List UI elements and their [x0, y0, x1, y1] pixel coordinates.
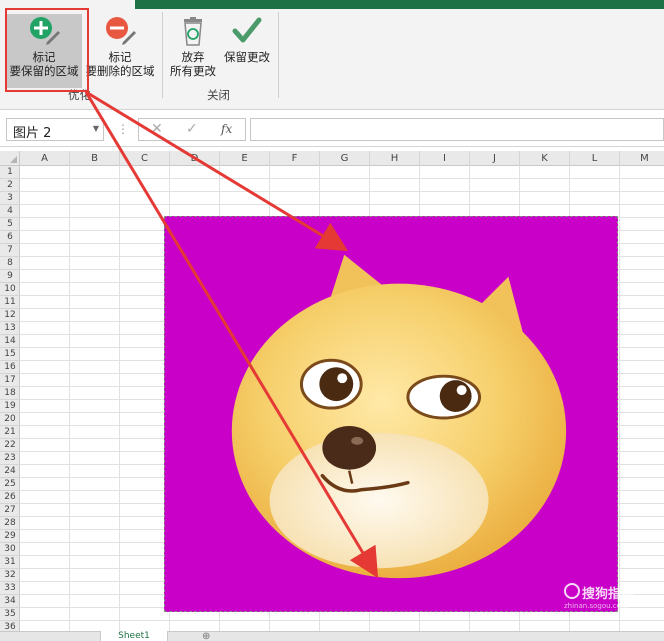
row-header-7[interactable]: 7 — [0, 244, 20, 257]
row-header-17[interactable]: 17 — [0, 374, 20, 387]
row-header-9[interactable]: 9 — [0, 270, 20, 283]
group-separator — [162, 12, 163, 98]
sheet-tab-bar: Sheet1 ⊕ — [0, 631, 664, 641]
enter-check-icon[interactable]: ✓ — [186, 121, 198, 137]
row-header-20[interactable]: 20 — [0, 413, 20, 426]
cancel-icon[interactable]: ✕ — [151, 121, 163, 137]
row-header-35[interactable]: 35 — [0, 608, 20, 621]
column-headers: ABCDEFGHIJKLM — [20, 151, 664, 166]
recycle-bin-icon — [184, 17, 202, 46]
sogou-logo-icon — [564, 583, 580, 599]
annotation-highlight-box — [5, 8, 89, 92]
group-label-close: 关闭 — [207, 88, 230, 102]
row-header-34[interactable]: 34 — [0, 595, 20, 608]
row-header-2[interactable]: 2 — [0, 179, 20, 192]
column-header-h[interactable]: H — [370, 151, 420, 166]
row-header-15[interactable]: 15 — [0, 348, 20, 361]
row-header-28[interactable]: 28 — [0, 517, 20, 530]
row-header-16[interactable]: 16 — [0, 361, 20, 374]
row-header-4[interactable]: 4 — [0, 205, 20, 218]
row-header-19[interactable]: 19 — [0, 400, 20, 413]
name-box-value: 图片 2 — [13, 126, 52, 141]
row-header-13[interactable]: 13 — [0, 322, 20, 335]
row-header-32[interactable]: 32 — [0, 569, 20, 582]
column-header-f[interactable]: F — [270, 151, 320, 166]
column-header-m[interactable]: M — [620, 151, 664, 166]
add-sheet-icon[interactable]: ⊕ — [202, 632, 210, 641]
insert-function-icon[interactable]: fx — [221, 122, 232, 136]
ribbon: 标记 要保留的区域 标记 要删除的区域 放弃 所有更改 保留更改 优化 关闭 — [0, 0, 664, 110]
column-header-d[interactable]: D — [170, 151, 220, 166]
column-header-l[interactable]: L — [570, 151, 620, 166]
watermark-text: 搜狗指南 — [582, 587, 635, 602]
row-header-30[interactable]: 30 — [0, 543, 20, 556]
row-header-3[interactable]: 3 — [0, 192, 20, 205]
row-header-21[interactable]: 21 — [0, 426, 20, 439]
row-header-8[interactable]: 8 — [0, 257, 20, 270]
formula-buttons: ✕ ✓ fx — [138, 118, 246, 141]
row-header-12[interactable]: 12 — [0, 309, 20, 322]
mark-areas-to-remove-button[interactable]: 标记 要删除的区域 — [82, 14, 158, 78]
select-all-corner[interactable] — [0, 151, 20, 166]
row-headers: 1 2 3 4 5 6 7 8 9 10 11 12 13 14 15 16 17 18 19 20 21 22 23 24 2… — [0, 166, 20, 634]
column-header-b[interactable]: B — [70, 151, 120, 166]
row-header-14[interactable]: 14 — [0, 335, 20, 348]
row-header-5[interactable]: 5 — [0, 218, 20, 231]
row-header-23[interactable]: 23 — [0, 452, 20, 465]
discard-button-label-2: 所有更改 — [170, 64, 216, 78]
remove-button-label-2: 要删除的区域 — [85, 64, 155, 78]
chevron-down-icon[interactable]: ▼ — [93, 124, 99, 133]
group-separator — [278, 12, 279, 98]
remove-button-label-1: 标记 — [108, 50, 132, 64]
row-header-22[interactable]: 22 — [0, 439, 20, 452]
column-header-e[interactable]: E — [220, 151, 270, 166]
row-header-10[interactable]: 10 — [0, 283, 20, 296]
column-header-j[interactable]: J — [470, 151, 520, 166]
row-header-31[interactable]: 31 — [0, 556, 20, 569]
row-header-27[interactable]: 27 — [0, 504, 20, 517]
row-header-1[interactable]: 1 — [0, 166, 20, 179]
checkmark-icon — [232, 17, 262, 43]
column-header-c[interactable]: C — [120, 151, 170, 166]
column-header-i[interactable]: I — [420, 151, 470, 166]
watermark: 搜狗指南 zhinan.sogou.com — [560, 580, 660, 614]
row-header-29[interactable]: 29 — [0, 530, 20, 543]
row-header-26[interactable]: 26 — [0, 491, 20, 504]
inserted-picture[interactable] — [164, 216, 618, 612]
keep-changes-button[interactable]: 保留更改 — [220, 14, 274, 64]
watermark-sub: zhinan.sogou.com — [564, 602, 628, 610]
row-header-33[interactable]: 33 — [0, 582, 20, 595]
sheet-tab[interactable]: Sheet1 — [100, 631, 168, 641]
row-header-18[interactable]: 18 — [0, 387, 20, 400]
name-box[interactable]: 图片 2 ▼ — [6, 118, 104, 141]
row-header-25[interactable]: 25 — [0, 478, 20, 491]
minus-pencil-icon — [106, 17, 136, 45]
column-header-g[interactable]: G — [320, 151, 370, 166]
row-header-6[interactable]: 6 — [0, 231, 20, 244]
formula-bar: 图片 2 ▼ ⋮ ✕ ✓ fx — [0, 111, 664, 147]
column-header-k[interactable]: K — [520, 151, 570, 166]
column-header-a[interactable]: A — [20, 151, 70, 166]
title-bar-strip — [135, 0, 664, 9]
more-options-icon[interactable]: ⋮ — [117, 122, 129, 136]
row-header-24[interactable]: 24 — [0, 465, 20, 478]
row-header-11[interactable]: 11 — [0, 296, 20, 309]
save-button-label: 保留更改 — [224, 50, 270, 64]
doge-image — [165, 217, 617, 611]
discard-button-label-1: 放弃 — [181, 50, 205, 64]
formula-input[interactable] — [250, 118, 664, 141]
discard-all-changes-button[interactable]: 放弃 所有更改 — [166, 14, 220, 78]
